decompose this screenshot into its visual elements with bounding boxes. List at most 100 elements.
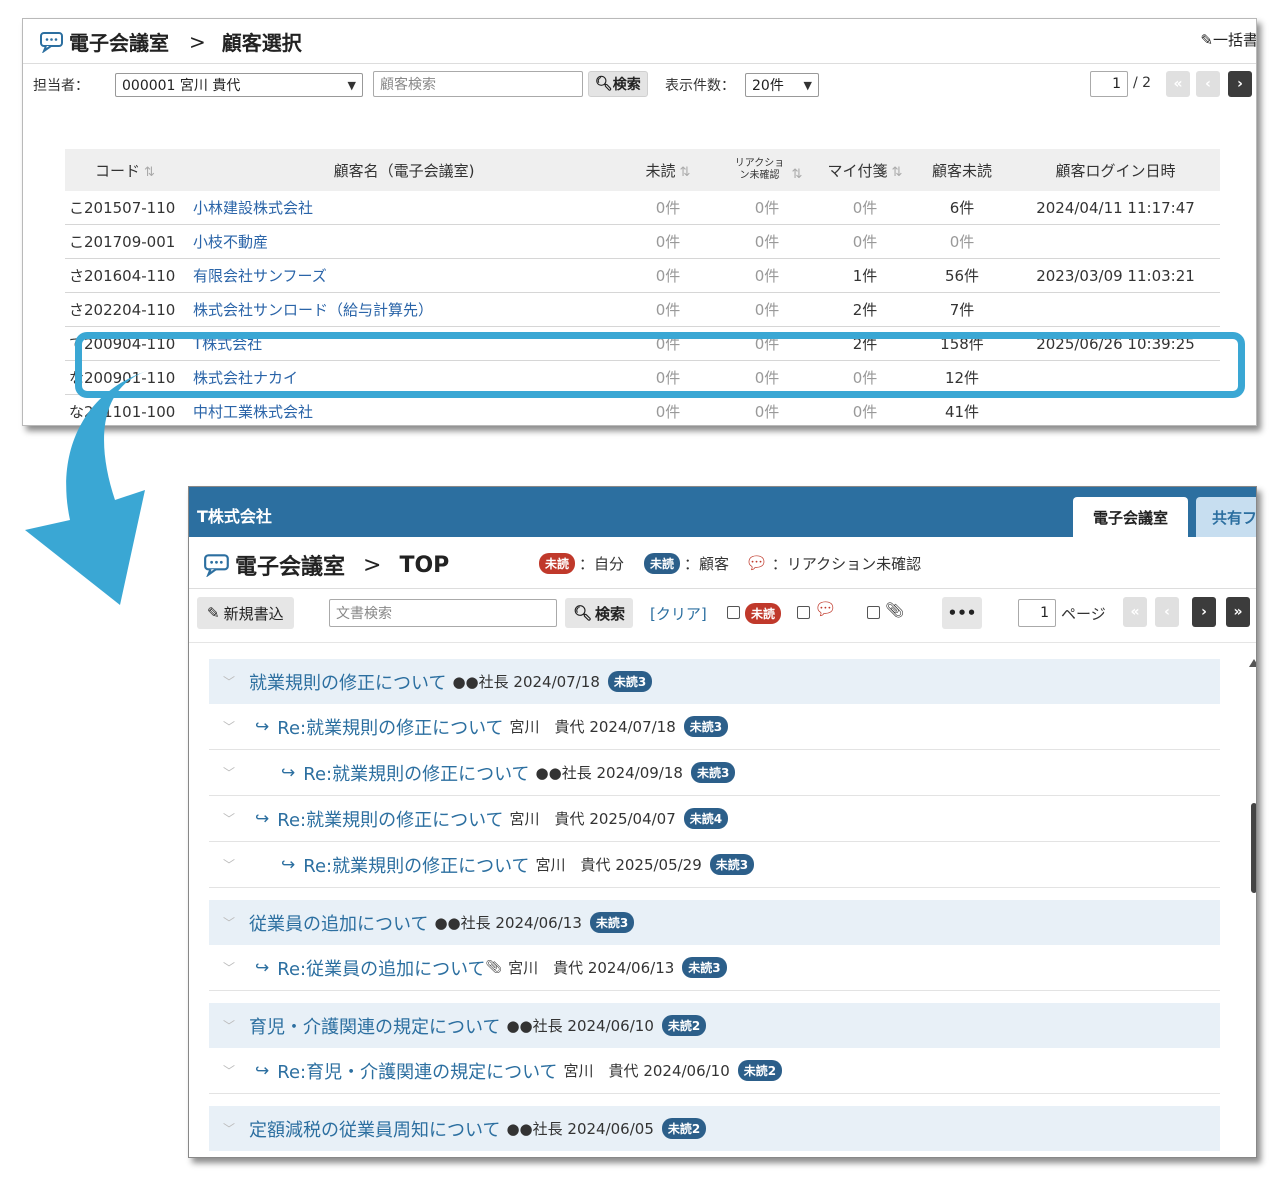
thread-gap (209, 888, 1220, 900)
filter-attachment-checkbox[interactable] (867, 606, 880, 619)
reply-arrow-icon: ↪ (255, 716, 270, 737)
thread-subject-link[interactable]: Re:就業規則の修正について (303, 852, 529, 878)
thread-subject-link[interactable]: 育児・介護関連の規定について (249, 1013, 500, 1039)
cell-customer-name[interactable]: 株式会社サンロード（給与計算先） (189, 292, 619, 327)
chevron-right-icon: › (1237, 76, 1243, 92)
cell-customer-name[interactable]: 中村工業株式会社 (189, 394, 619, 425)
chevron-down-icon[interactable]: ﹀ (209, 856, 249, 873)
thread-subject-link[interactable]: Re:就業規則の修正について (277, 806, 503, 832)
scroll-up-icon[interactable] (1249, 659, 1256, 667)
scrollbar-thumb[interactable] (1251, 803, 1256, 893)
next-page-button[interactable]: › (1228, 71, 1252, 97)
thread-row[interactable]: ﹀ 定額減税の従業員周知について ●●社長 2024/06/05 未読2 (209, 1106, 1220, 1151)
thread-subject-link[interactable]: Re:就業規則の修正について (277, 714, 503, 740)
page-input[interactable]: 1 (1018, 599, 1056, 627)
customer-select-window: 電子会議室 > 顧客選択 ✎一括書 担当者： 000001 宮川 貴代 ▼ 顧客… (22, 18, 1257, 426)
next-page-button[interactable]: › (1192, 597, 1216, 627)
prev-page-button[interactable]: ‹ (1196, 71, 1220, 97)
table-row[interactable]: さ202204-110 株式会社サンロード（給与計算先） 0件 0件 2件 7件 (65, 292, 1220, 327)
chevron-down-icon[interactable]: ﹀ (209, 673, 249, 690)
filter-bar: 担当者： 000001 宮川 貴代 ▼ 顧客検索 🔍︎ 検索 表示件数： 20件 … (33, 71, 1256, 101)
clear-link[interactable]: [クリア] (650, 603, 707, 624)
thread-subject-link[interactable]: Re:育児・介護関連の規定について (277, 1058, 557, 1084)
page-input[interactable]: 1 (1090, 71, 1128, 97)
chevron-right-icon: › (1201, 604, 1207, 620)
legend-self-label: ：自分 (579, 555, 625, 573)
unread-count-badge: 未読3 (683, 716, 729, 737)
thread-row[interactable]: ﹀ 就業規則の修正について ●●社長 2024/07/18 未読3 (209, 659, 1220, 704)
reply-row[interactable]: ﹀ ↪ Re:就業規則の修正について 宮川 貴代 2024/07/18 未読3 (209, 704, 1220, 750)
thread-meta: 宮川 貴代 2024/07/18 (509, 718, 676, 736)
chevron-down-icon[interactable]: ﹀ (209, 718, 249, 735)
thread-subject-link[interactable]: Re:就業規則の修正について (303, 760, 529, 786)
prev-page-button[interactable]: ‹ (1155, 597, 1179, 627)
subtitle-text: TOP (399, 552, 450, 578)
tab-shared-folder[interactable]: 共有フ (1196, 497, 1256, 537)
thread-subject-link[interactable]: 定額減税の従業員周知について (249, 1116, 500, 1142)
reply-row[interactable]: ﹀ ↪ Re:就業規則の修正について 宮川 貴代 2025/05/29 未読3 (209, 842, 1220, 888)
table-row[interactable]: さ201604-110 有限会社サンフーズ 0件 0件 1件 56件 2023/03/09 … (65, 258, 1220, 293)
col-sticky[interactable]: マイ付箋 ⇅ (817, 149, 913, 191)
thread-meta: 宮川 貴代 2024/06/10 (563, 1062, 730, 1080)
cell-customer-name[interactable]: 小枝不動産 (189, 224, 619, 259)
document-search-input[interactable]: 文書検索 (329, 599, 557, 627)
sort-icon: ⇅ (679, 164, 691, 180)
thread-subject-link[interactable]: 就業規則の修正について (249, 669, 446, 695)
breadcrumb-separator: > (189, 29, 206, 54)
owner-select[interactable]: 000001 宮川 貴代 ▼ (115, 73, 363, 97)
page-size-select[interactable]: 20件 ▼ (745, 73, 819, 97)
last-page-button[interactable]: » (1226, 597, 1250, 627)
filter-reaction-checkbox[interactable] (797, 606, 810, 619)
search-button[interactable]: 🔍︎ 検索 (565, 598, 634, 628)
chevron-down-icon[interactable]: ﹀ (209, 764, 249, 781)
chevron-down-icon[interactable]: ﹀ (209, 914, 249, 931)
page-title: 電子会議室 > TOP (203, 549, 449, 581)
bulk-write-button[interactable]: ✎一括書 (1200, 29, 1256, 50)
header-bar: T株式会社 電子会議室 共有フ (189, 487, 1256, 537)
col-customer-unread-label: 顧客未読 (931, 161, 992, 180)
col-reaction[interactable]: リアクション未確認 ⇅ (717, 149, 817, 191)
reply-row[interactable]: ﹀ ↪ Re:就業規則の修正について 宮川 貴代 2025/04/07 未読4 (209, 796, 1220, 842)
chevron-down-icon[interactable]: ﹀ (209, 959, 249, 976)
legend-customer-label: ：顧客 (684, 555, 730, 573)
cell-customer-name[interactable]: 有限会社サンフーズ (189, 258, 619, 293)
col-unread[interactable]: 未読 ⇅ (619, 149, 717, 191)
new-post-button[interactable]: ✎ 新規書込 (197, 597, 294, 629)
unread-badge: 未読 (745, 603, 782, 624)
pencil-icon: ✎ (1200, 31, 1213, 49)
reply-row[interactable]: ﹀ ↪ Re:従業員の追加について 📎︎ 宮川 貴代 2024/06/13 未読3 (209, 945, 1220, 991)
chevron-down-icon[interactable]: ﹀ (209, 1062, 249, 1079)
first-page-button[interactable]: « (1123, 597, 1147, 627)
new-post-label: 新規書込 (223, 604, 284, 623)
chevron-down-icon[interactable]: ﹀ (209, 1120, 249, 1137)
pencil-icon: ✎ (207, 604, 220, 622)
more-button[interactable]: ••• (942, 597, 982, 629)
thread-subject-link[interactable]: Re:従業員の追加について (277, 955, 485, 981)
reaction-icon: 💬︎ (814, 599, 837, 620)
search-button-label: 検索 (595, 604, 626, 623)
first-page-button[interactable]: « (1166, 71, 1190, 97)
toolbar: ✎ 新規書込 文書検索 🔍︎ 検索 [クリア] 未読 💬︎ 📎︎ ••• 1 ページ… (197, 597, 1256, 629)
table-row[interactable]: な201101-100 中村工業株式会社 0件 0件 0件 41件 (65, 394, 1220, 425)
cell-code: さ202204-110 (65, 292, 189, 327)
thread-row[interactable]: ﹀ 従業員の追加について ●●社長 2024/06/13 未読3 (209, 900, 1220, 945)
paperclip-icon: 📎︎ (485, 960, 503, 975)
thread-row[interactable]: ﹀ 育児・介護関連の規定について ●●社長 2024/06/10 未読2 (209, 1003, 1220, 1048)
col-unread-label: 未読 (645, 161, 676, 180)
reply-row[interactable]: ﹀ ↪ Re:育児・介護関連の規定について 宮川 貴代 2024/06/10 未読2 (209, 1048, 1220, 1094)
page-total: / 2 (1133, 75, 1152, 91)
filter-unread-checkbox[interactable] (727, 606, 740, 619)
table-row[interactable]: こ201709-001 小枝不動産 0件 0件 0件 0件 (65, 224, 1220, 259)
reply-row[interactable]: ﹀ ↪ Re:就業規則の修正について ●●社長 2024/09/18 未読3 (209, 750, 1220, 796)
tab-conference-room[interactable]: 電子会議室 (1073, 497, 1188, 537)
customer-search-input[interactable]: 顧客検索 (373, 71, 583, 97)
search-button[interactable]: 🔍︎ 検索 (588, 71, 648, 97)
cell-customer-name[interactable]: 小林建設株式会社 (189, 191, 619, 225)
chevron-down-icon[interactable]: ﹀ (209, 1017, 249, 1034)
col-code[interactable]: コード ⇅ (65, 149, 189, 191)
thread-subject-link[interactable]: 従業員の追加について (249, 910, 428, 936)
chevron-down-icon[interactable]: ﹀ (209, 810, 249, 827)
table-header: コード ⇅ 顧客名（電子会議室) 未読 ⇅ リアクション未確認 ⇅ マイ付箋 ⇅ 顧客未… (65, 149, 1220, 191)
unread-count-badge: 未読2 (737, 1060, 783, 1081)
table-row[interactable]: こ201507-110 小林建設株式会社 0件 0件 0件 6件 2024/04/11 11… (65, 191, 1220, 225)
